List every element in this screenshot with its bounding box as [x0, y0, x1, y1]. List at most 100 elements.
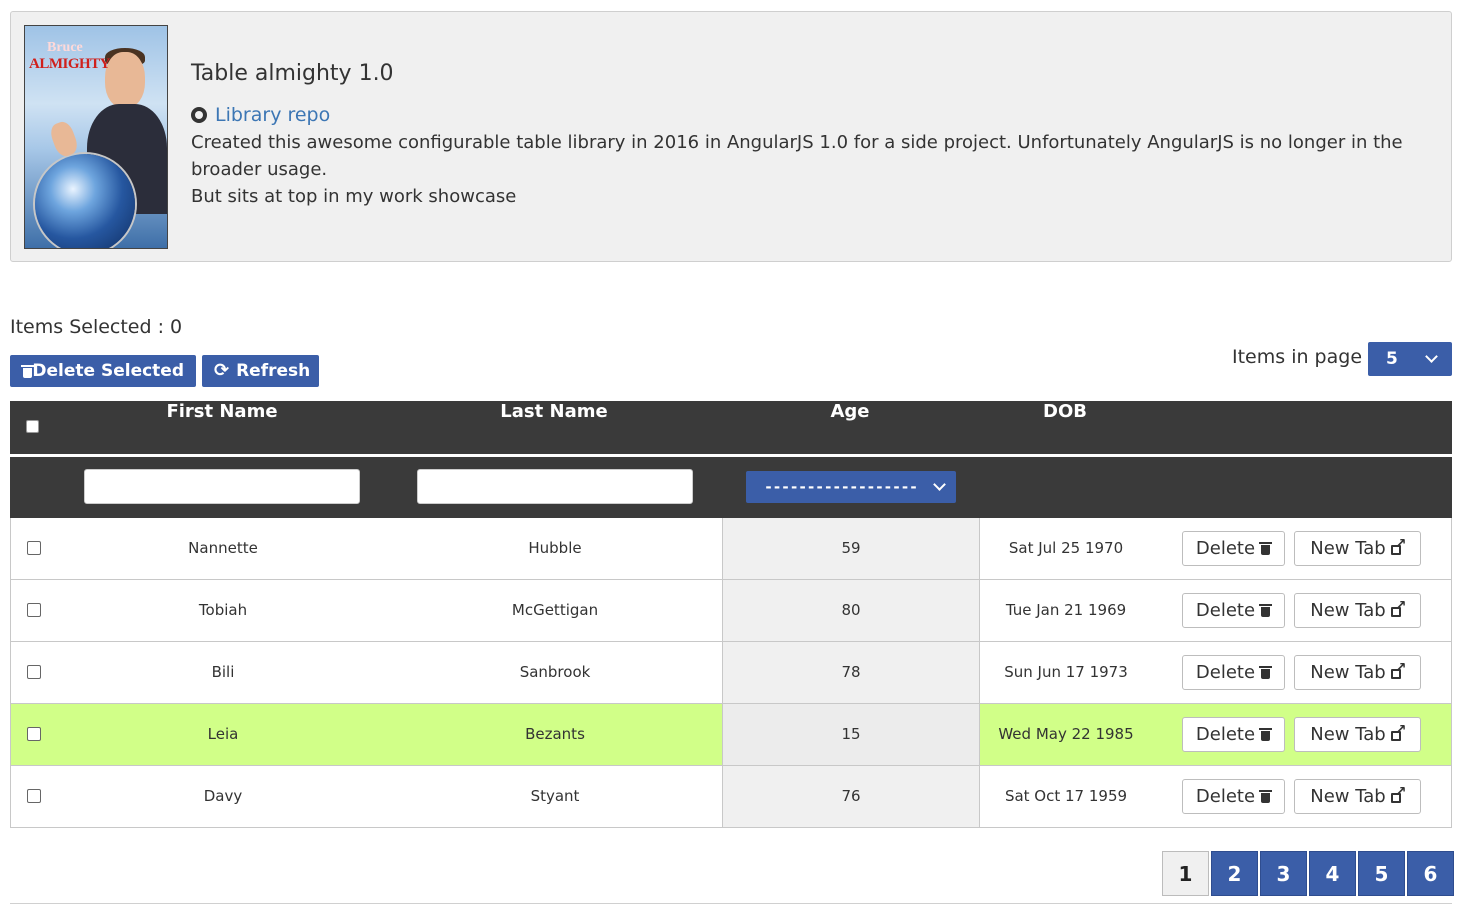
row-checkbox[interactable] [27, 603, 41, 617]
select-all-checkbox[interactable] [26, 420, 39, 433]
cell-last-name: Sanbrook [519, 663, 591, 681]
row-checkbox[interactable] [27, 727, 41, 741]
row-delete-label: Delete [1195, 786, 1256, 807]
items-in-page-select[interactable]: 5 [1368, 342, 1452, 376]
row-checkbox[interactable] [27, 789, 41, 803]
row-new-tab-label: New Tab [1310, 724, 1386, 745]
row-delete-button[interactable]: Delete [1182, 717, 1285, 752]
row-delete-button[interactable]: Delete [1182, 531, 1285, 566]
card-description: Created this awesome configurable table … [191, 129, 1421, 210]
page-button-4[interactable]: 4 [1309, 851, 1356, 896]
table-row: Davy Styant 76 Sat Oct 17 1959 Delete Ne… [10, 766, 1452, 828]
repo-link-row: Library repo [191, 104, 330, 126]
row-checkbox[interactable] [27, 665, 41, 679]
trash-icon [1259, 542, 1273, 555]
card-title: Table almighty 1.0 [191, 61, 394, 86]
cell-first-name: Nannette [188, 539, 258, 557]
items-in-page-label: Items in page [1232, 346, 1363, 368]
cell-dob: Sat Jul 25 1970 [1008, 539, 1124, 557]
cell-dob: Tue Jan 21 1969 [1005, 601, 1127, 619]
description-text: Created this awesome configurable table … [191, 132, 1403, 180]
trash-icon [20, 364, 36, 378]
row-delete-button[interactable]: Delete [1182, 593, 1285, 628]
trash-icon [1259, 728, 1273, 741]
column-header-dob[interactable]: DOB [980, 401, 1150, 454]
row-delete-label: Delete [1195, 662, 1256, 683]
page-button-1[interactable]: 1 [1162, 851, 1209, 896]
items-in-page-value: 5 [1386, 349, 1398, 369]
column-header-first-name[interactable]: First Name [95, 401, 349, 454]
cell-age: 76 [722, 766, 980, 827]
table-row-highlighted: Leia Bezants 15 Wed May 22 1985 Delete N… [10, 704, 1452, 766]
row-new-tab-label: New Tab [1310, 786, 1386, 807]
cell-age: 80 [722, 580, 980, 641]
cell-first-name: Bili [211, 663, 235, 681]
cell-age: 15 [722, 704, 980, 765]
page-button-3[interactable]: 3 [1260, 851, 1307, 896]
cell-first-name: Davy [203, 787, 243, 805]
table-row: Tobiah McGettigan 80 Tue Jan 21 1969 Del… [10, 580, 1452, 642]
age-filter-select[interactable]: ------------------ [746, 471, 956, 503]
row-new-tab-button[interactable]: New Tab [1294, 655, 1421, 690]
poster-title-line1: Bruce [47, 40, 83, 55]
row-checkbox[interactable] [27, 541, 41, 555]
external-link-icon [1390, 536, 1406, 556]
column-header-last-name[interactable]: Last Name [427, 401, 681, 454]
cell-dob: Sat Oct 17 1959 [1004, 787, 1128, 805]
row-delete-label: Delete [1195, 538, 1256, 559]
delete-selected-button[interactable]: Delete Selected [10, 355, 196, 387]
external-link-icon [1390, 660, 1406, 680]
cell-last-name: Styant [530, 787, 580, 805]
poster-title-line2: ALMIGHTY [29, 56, 111, 72]
first-name-filter-input[interactable] [84, 469, 360, 504]
row-delete-button[interactable]: Delete [1182, 779, 1285, 814]
filter-row: ------------------ [10, 457, 1452, 518]
table-body: Nannette Hubble 59 Sat Jul 25 1970 Delet… [10, 518, 1452, 828]
github-icon [191, 107, 207, 123]
refresh-icon: ⟳ [214, 360, 230, 381]
row-delete-button[interactable]: Delete [1182, 655, 1285, 690]
row-new-tab-button[interactable]: New Tab [1294, 531, 1421, 566]
page-button-5[interactable]: 5 [1358, 851, 1405, 896]
page-button-6[interactable]: 6 [1407, 851, 1454, 896]
external-link-icon [1390, 722, 1406, 742]
row-new-tab-label: New Tab [1310, 662, 1386, 683]
bruce-almighty-poster-image: Bruce ALMIGHTY [24, 25, 168, 249]
cell-first-name: Tobiah [198, 601, 248, 619]
chevron-down-icon [1425, 350, 1438, 363]
library-repo-link[interactable]: Library repo [215, 104, 330, 126]
cell-age: 59 [722, 518, 980, 579]
cell-dob: Wed May 22 1985 [998, 725, 1134, 743]
cell-last-name: Bezants [525, 725, 585, 743]
refresh-button[interactable]: ⟳ Refresh [202, 355, 319, 387]
external-link-icon [1390, 784, 1406, 804]
table-header: First Name Last Name Age DOB [10, 401, 1452, 454]
library-info-card: Bruce ALMIGHTY Table almighty 1.0 Librar… [10, 11, 1452, 262]
cell-age: 78 [722, 642, 980, 703]
age-filter-value: ------------------ [764, 478, 918, 496]
external-link-icon [1390, 598, 1406, 618]
cell-dob: Sun Jun 17 1973 [1004, 663, 1128, 681]
trash-icon [1259, 604, 1273, 617]
trash-icon [1259, 790, 1273, 803]
last-name-filter-input[interactable] [417, 469, 693, 504]
page-button-2[interactable]: 2 [1211, 851, 1258, 896]
chevron-down-icon [933, 478, 946, 491]
row-new-tab-button[interactable]: New Tab [1294, 593, 1421, 628]
pagination: 1 2 3 4 5 6 [1162, 851, 1454, 896]
description-text-2: But sits at top in my work showcase [191, 186, 517, 207]
row-new-tab-label: New Tab [1310, 600, 1386, 621]
trash-icon [1259, 666, 1273, 679]
row-new-tab-button[interactable]: New Tab [1294, 779, 1421, 814]
table-row: Bili Sanbrook 78 Sun Jun 17 1973 Delete … [10, 642, 1452, 704]
table-row: Nannette Hubble 59 Sat Jul 25 1970 Delet… [10, 518, 1452, 580]
cell-last-name: Hubble [528, 539, 582, 557]
delete-selected-label: Delete Selected [32, 361, 184, 381]
cell-first-name: Leia [207, 725, 239, 743]
row-delete-label: Delete [1195, 600, 1256, 621]
row-delete-label: Delete [1195, 724, 1256, 745]
refresh-label: Refresh [236, 361, 311, 381]
bottom-divider [10, 903, 1452, 904]
column-header-age[interactable]: Age [722, 401, 978, 454]
row-new-tab-button[interactable]: New Tab [1294, 717, 1421, 752]
